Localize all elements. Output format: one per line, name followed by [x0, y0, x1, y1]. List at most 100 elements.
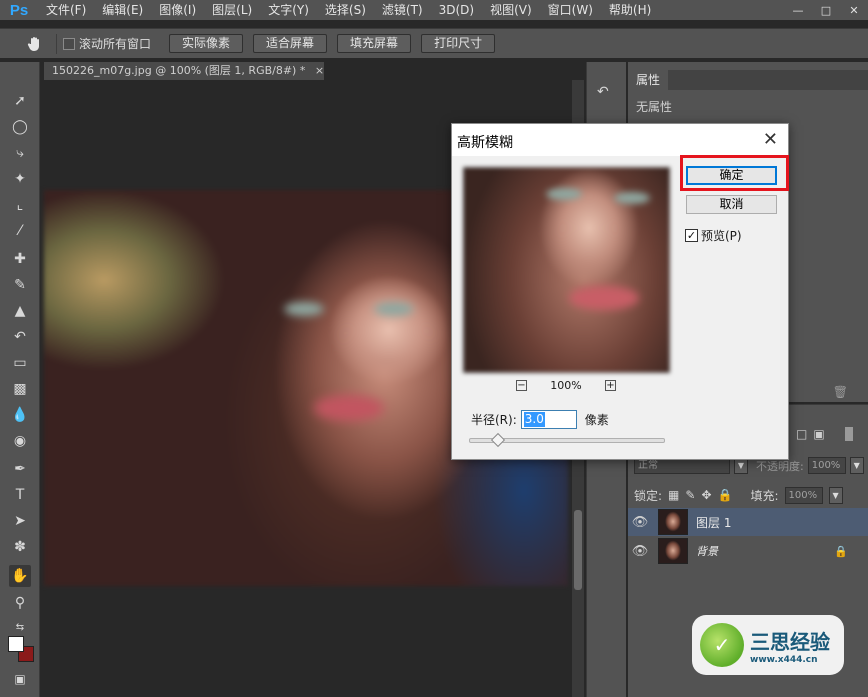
menu-bar: Ps 文件(F) 编辑(E) 图像(I) 图层(L) 文字(Y) 选择(S) 滤… [0, 0, 868, 20]
scroll-all-label: 滚动所有窗口 [79, 37, 152, 51]
eyedropper-tool-icon[interactable]: ⁄ [9, 220, 31, 242]
layer-thumbnail [658, 509, 688, 535]
maximize-icon[interactable]: □ [812, 0, 840, 20]
document-tab[interactable]: 150226_m07g.jpg @ 100% (图层 1, RGB/8#) * … [44, 62, 324, 80]
lock-position-icon[interactable]: ✥ [701, 488, 711, 502]
properties-empty-text: 无属性 [636, 100, 673, 114]
lock-all-icon[interactable]: 🔒 [718, 488, 733, 502]
layer-lock-icon: 🔒 [834, 544, 848, 558]
options-bar: 滚动所有窗口 实际像素 适合屏幕 填充屏幕 打印尺寸 [0, 28, 868, 58]
layer-row-layer1[interactable]: 👁 图层 1 [628, 508, 868, 536]
print-size-button[interactable]: 打印尺寸 [421, 34, 496, 53]
move-tool-icon[interactable]: ➚ [9, 90, 31, 112]
menu-3d[interactable]: 3D(D) [431, 0, 482, 20]
photoshop-logo: Ps [9, 1, 29, 19]
close-window-icon[interactable]: ✕ [840, 0, 868, 20]
tab-close-icon[interactable]: × [315, 64, 324, 77]
swap-colors-icon[interactable]: ⇆ [9, 616, 31, 638]
radius-slider-thumb[interactable] [490, 432, 506, 448]
hand-tool-preset-icon[interactable] [20, 35, 50, 53]
actual-pixels-button[interactable]: 实际像素 [169, 34, 244, 53]
magic-wand-tool-icon[interactable]: ✦ [9, 168, 31, 190]
fill-arrow-icon[interactable]: ▼ [828, 486, 843, 504]
site-watermark: ✓ 三思经验 www.x444.cn [692, 615, 844, 675]
visibility-eye-icon[interactable]: 👁 [628, 544, 652, 559]
layer-row-background[interactable]: 👁 背景 🔒 [628, 537, 868, 565]
menu-select[interactable]: 选择(S) [317, 0, 374, 20]
radius-input[interactable]: 3.0 [520, 410, 577, 429]
zoom-tool-icon[interactable]: ⚲ [9, 592, 31, 614]
filter-shape-icon[interactable]: □ [796, 427, 807, 441]
crop-tool-icon[interactable]: ⌞ [9, 194, 31, 216]
scroll-all-checkbox[interactable] [63, 37, 75, 50]
lock-transparent-icon[interactable]: ▦ [668, 488, 679, 502]
opacity-arrow-icon[interactable]: ▼ [849, 457, 864, 474]
layer-name: 图层 1 [696, 515, 732, 530]
history-brush-tool-icon[interactable]: ↶ [9, 326, 31, 348]
clone-stamp-tool-icon[interactable]: ▲ [9, 300, 31, 322]
watermark-text: 三思经验 [750, 629, 830, 654]
menu-file[interactable]: 文件(F) [38, 0, 94, 20]
ok-button[interactable]: 确定 [686, 166, 777, 185]
watermark-logo-icon: ✓ [700, 623, 744, 667]
preview-option[interactable]: ✓ 预览(P) [685, 227, 742, 244]
preview-checkbox[interactable]: ✓ [685, 229, 698, 242]
fit-screen-button[interactable]: 适合屏幕 [253, 34, 328, 53]
filter-smart-icon[interactable]: ▣ [813, 427, 824, 441]
preview-zoom-controls: − 100% + [516, 378, 616, 392]
layer-name: 背景 [696, 545, 718, 558]
lasso-tool-icon[interactable]: ⤷ [9, 142, 31, 164]
brush-tool-icon[interactable]: ✎ [9, 274, 31, 296]
lock-row: 锁定: ▦ ✎ ✥ 🔒 填充: 100% ▼ [634, 485, 864, 505]
healing-brush-tool-icon[interactable]: ✚ [9, 248, 31, 270]
menu-type[interactable]: 文字(Y) [260, 0, 317, 20]
layer-thumbnail [658, 538, 688, 564]
menu-image[interactable]: 图像(I) [151, 0, 204, 20]
dodge-tool-icon[interactable]: ◉ [9, 430, 31, 452]
filter-preview-image[interactable] [463, 167, 670, 373]
zoom-in-icon[interactable]: + [604, 379, 616, 391]
fill-screen-button[interactable]: 填充屏幕 [337, 34, 412, 53]
trash-icon[interactable]: 🗑 [833, 385, 848, 399]
close-icon[interactable]: ✕ [763, 129, 778, 150]
zoom-out-icon[interactable]: − [516, 379, 527, 391]
radius-slider[interactable] [469, 432, 665, 448]
filter-toggle-icon[interactable] [844, 427, 853, 441]
marquee-tool-icon[interactable]: ◯ [9, 116, 31, 138]
lock-pixels-icon[interactable]: ✎ [685, 488, 695, 502]
quick-mask-icon[interactable]: ▣ [9, 668, 31, 690]
foreground-color-swatch[interactable] [8, 636, 24, 652]
history-panel-icon[interactable]: ↶ [597, 84, 609, 100]
eraser-tool-icon[interactable]: ▭ [9, 352, 31, 374]
menu-filter[interactable]: 滤镜(T) [374, 0, 431, 20]
lock-label: 锁定: [634, 488, 663, 503]
dialog-title: 高斯模糊 [457, 135, 513, 151]
fill-field[interactable]: 100% [784, 486, 823, 504]
shape-tool-icon[interactable]: ✽ [9, 536, 31, 558]
scroll-all-windows-option[interactable]: 滚动所有窗口 [63, 35, 151, 52]
menu-layer[interactable]: 图层(L) [204, 0, 260, 20]
gradient-tool-icon[interactable]: ▩ [9, 378, 31, 400]
preview-label: 预览(P) [701, 229, 742, 243]
watermark-url: www.x444.cn [750, 654, 818, 665]
blur-tool-icon[interactable]: 💧 [9, 404, 31, 426]
menu-view[interactable]: 视图(V) [482, 0, 540, 20]
dialog-titlebar[interactable]: 高斯模糊 ✕ [452, 124, 788, 156]
cancel-button[interactable]: 取消 [686, 195, 777, 214]
type-tool-icon[interactable]: T [9, 484, 31, 506]
radius-unit: 像素 [584, 413, 609, 427]
minimize-icon[interactable]: — [784, 0, 812, 20]
pen-tool-icon[interactable]: ✒ [9, 458, 31, 480]
scrollbar-thumb[interactable] [574, 510, 582, 590]
menu-window[interactable]: 窗口(W) [540, 0, 601, 20]
menu-help[interactable]: 帮助(H) [601, 0, 659, 20]
layer-filter-icons: □ ▣ [796, 427, 853, 441]
visibility-eye-icon[interactable]: 👁 [628, 515, 652, 530]
opacity-field[interactable]: 100% [807, 457, 846, 474]
hand-tool-icon[interactable]: ✋ [9, 565, 31, 587]
properties-tab[interactable]: 属性 [628, 70, 669, 90]
menu-edit[interactable]: 编辑(E) [94, 0, 151, 20]
path-selection-tool-icon[interactable]: ➤ [9, 510, 31, 532]
menu-items: 文件(F) 编辑(E) 图像(I) 图层(L) 文字(Y) 选择(S) 滤镜(T… [38, 0, 659, 20]
tools-panel: ➚ ◯ ⤷ ✦ ⌞ ⁄ ✚ ✎ ▲ ↶ ▭ ▩ 💧 ◉ ✒ T ➤ ✽ ✋ ⚲ … [0, 62, 40, 697]
